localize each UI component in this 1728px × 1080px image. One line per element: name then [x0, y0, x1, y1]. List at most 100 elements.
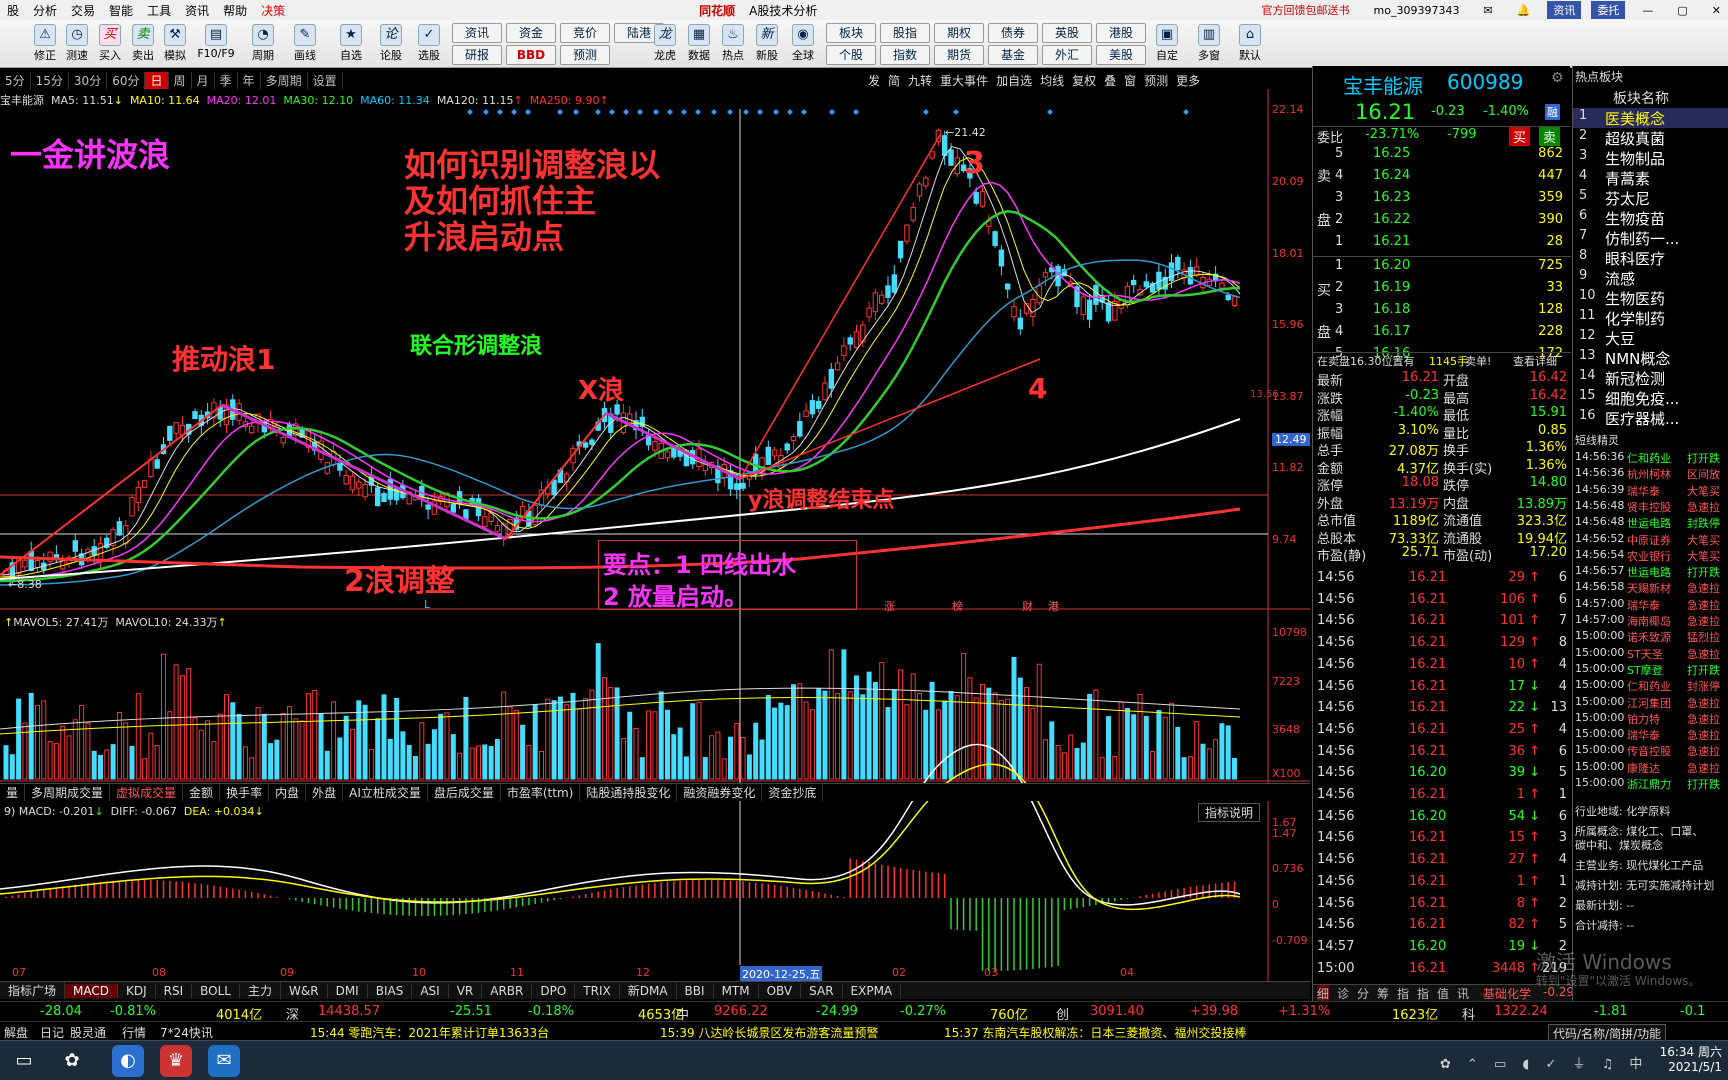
chart-tool-button[interactable]: 九转	[904, 72, 936, 89]
bottom-indicator-tab[interactable]: KDJ	[118, 983, 156, 998]
tick-row[interactable]: 14:56 16.21 15 ↑ 3	[1313, 830, 1571, 852]
sector-button[interactable]: 板块	[826, 23, 876, 43]
bottom-indicator-tab[interactable]: ARBR	[482, 983, 533, 998]
weituo-button[interactable]: 委托	[1591, 1, 1626, 19]
tick-row[interactable]: 14:56 16.20 54 ↓ 6	[1313, 809, 1571, 831]
indicator-tab[interactable]: 外盘	[306, 784, 344, 801]
chart-tool-button[interactable]: 预测	[1140, 72, 1172, 89]
tick-footer-tab[interactable]: 指	[1417, 985, 1429, 1002]
chart-tool-button[interactable]: 窗	[1120, 72, 1140, 89]
menu-analysis[interactable]: 分析	[26, 2, 64, 19]
indicator-tab[interactable]: 资金抄底	[762, 784, 824, 801]
sprite-row[interactable]: 15:00:00 浙江鼎力 打开跌	[1573, 776, 1728, 792]
hk-stocks-button[interactable]: 港股	[1096, 23, 1146, 43]
period-tab[interactable]: 30分	[69, 71, 108, 89]
sector-header[interactable]: 热点板块	[1575, 68, 1623, 85]
bid-row[interactable]: 1 16.20 725	[1313, 258, 1571, 278]
sprite-row[interactable]: 15:00:00 江河集团 急速拉	[1573, 695, 1728, 711]
mail-icon[interactable]: ✉	[1476, 4, 1499, 17]
bbd-button[interactable]: BBD	[506, 45, 556, 65]
sprite-row[interactable]: 14:56:36 仁和药业 打开跌	[1573, 450, 1728, 466]
tick-footer-tab[interactable]: 细	[1317, 985, 1330, 1002]
bottom-indicator-tab[interactable]: TRIX	[575, 983, 620, 998]
news-item[interactable]: 15:44 零跑汽车：2021年累计订单13633台	[310, 1024, 549, 1041]
period-tab[interactable]: 季	[215, 71, 238, 89]
tick-row[interactable]: 14:56 16.21 17 ↓ 4	[1313, 679, 1571, 701]
menu-help[interactable]: 帮助	[216, 2, 254, 19]
sprite-row[interactable]: 14:56:54 农业银行 大笔买	[1573, 548, 1728, 564]
chart-tool-button[interactable]: 复权	[1068, 72, 1100, 89]
tick-footer-tab[interactable]: 指	[1397, 985, 1409, 1002]
bottom-indicator-tab[interactable]: MACD	[65, 983, 118, 998]
sector-row[interactable]: 2 超级真菌	[1573, 128, 1728, 148]
multiwindow-button[interactable]: ▥ 多窗	[1192, 22, 1226, 66]
sprite-row[interactable]: 15:00:00 仁和药业 封涨停	[1573, 678, 1728, 694]
tick-footer-tab[interactable]: 讯	[1457, 985, 1469, 1002]
buy-tag[interactable]: 买	[1509, 127, 1531, 146]
index-value[interactable]: -0.18%	[528, 1004, 574, 1019]
sector-row[interactable]: 8 眼科医疗	[1573, 248, 1728, 268]
bottom-indicator-tab[interactable]: 指标广场	[0, 982, 66, 999]
tick-row[interactable]: 14:56 16.21 22 ↓ 13	[1313, 700, 1571, 722]
tick-footer-tab[interactable]: 诊	[1337, 985, 1349, 1002]
tick-row[interactable]: 15:00 16.21 3448 ↑ 219	[1313, 961, 1571, 983]
menu-smart[interactable]: 智能	[102, 2, 140, 19]
view-detail-link[interactable]: 查看详细	[1513, 353, 1557, 369]
tick-row[interactable]: 14:56 16.21 29 ↑ 6	[1313, 570, 1571, 592]
index-value[interactable]: +39.98	[1190, 1004, 1238, 1019]
tick-footer-tab[interactable]: 筹	[1377, 985, 1389, 1002]
stocks-button[interactable]: 个股	[826, 45, 876, 65]
bottom-indicator-tab[interactable]: ASI	[412, 983, 449, 998]
sprite-row[interactable]: 14:57:00 瑞华泰 急速拉	[1573, 597, 1728, 613]
forum-button[interactable]: 论论股	[374, 22, 408, 66]
sector-row[interactable]: 11 化学制药	[1573, 308, 1728, 328]
speedtest-button[interactable]: ◷ 测速	[60, 22, 94, 66]
screener-button[interactable]: ✓ 选股	[412, 22, 446, 66]
global-button[interactable]: ◉ 全球	[786, 22, 820, 66]
index-futures-button[interactable]: 股指	[880, 23, 930, 43]
sprite-row[interactable]: 14:56:48 世运电路 封跌停	[1573, 515, 1728, 531]
indicator-tab[interactable]: 金额	[183, 784, 221, 801]
news-tab[interactable]: 股灵通	[70, 1024, 106, 1041]
event-marker[interactable]: 榜	[952, 598, 963, 614]
tick-row[interactable]: 14:56 16.21 25 ↑ 4	[1313, 722, 1571, 744]
tick-footer-tab[interactable]: 值	[1437, 985, 1449, 1002]
bottom-indicator-tab[interactable]: 主力	[240, 982, 282, 999]
bottom-indicator-tab[interactable]: BOLL	[192, 983, 240, 998]
period-tab[interactable]: 月	[192, 71, 215, 89]
custom-button[interactable]: ▣ 自定	[1150, 22, 1184, 66]
menu-stock[interactable]: 股	[0, 2, 26, 19]
sprite-row[interactable]: 14:56:52 中原证券 大笔买	[1573, 532, 1728, 548]
sector-row[interactable]: 6 生物疫苗	[1573, 208, 1728, 228]
bottom-indicator-tab[interactable]: RSI	[156, 983, 193, 998]
minimize-icon[interactable]: —	[1635, 4, 1660, 17]
event-marker[interactable]: 港	[1048, 598, 1059, 614]
forex-button[interactable]: 外汇	[1042, 45, 1092, 65]
tick-row[interactable]: 14:56 16.21 101 ↑ 7	[1313, 613, 1571, 635]
indicator-tab[interactable]: 内盘	[269, 784, 307, 801]
chart-tool-button[interactable]: 重大事件	[936, 72, 992, 89]
bottom-indicator-tab[interactable]: DMI	[328, 983, 368, 998]
auction-button[interactable]: 竞价	[560, 23, 610, 43]
us-stocks-button[interactable]: 美股	[1096, 45, 1146, 65]
clock[interactable]: 16:34 周六 2021/5/1	[1640, 1043, 1722, 1074]
tonghuashun-icon[interactable]: ♛	[160, 1045, 192, 1077]
bonds-button[interactable]: 债券	[988, 23, 1038, 43]
chart-tool-button[interactable]: 叠	[1100, 72, 1120, 89]
chart-tool-button[interactable]: 发	[864, 72, 884, 89]
sprite-row[interactable]: 14:56:39 瑞华泰 大笔买	[1573, 483, 1728, 499]
tick-row[interactable]: 14:57 16.20 19 ↓ 2	[1313, 939, 1571, 961]
news-tab[interactable]: 日记	[40, 1024, 64, 1041]
chart-tool-button[interactable]: 更多	[1172, 72, 1204, 89]
zixun-button[interactable]: 资讯	[1547, 1, 1582, 19]
ask-row[interactable]: 1 16.21 28	[1313, 234, 1571, 254]
bottom-indicator-tab[interactable]: EXPMA	[843, 983, 902, 998]
sell-tag[interactable]: 卖	[1539, 127, 1561, 146]
event-marker[interactable]: 涨	[884, 598, 895, 614]
tick-row[interactable]: 14:56 16.21 1 ↑ 1	[1313, 874, 1571, 896]
promo-link[interactable]: 官方回馈包邮送书	[1255, 2, 1357, 18]
sector-row[interactable]: 10 生物医药	[1573, 288, 1728, 308]
menu-tools[interactable]: 工具	[140, 2, 178, 19]
bid-row[interactable]: 2 16.19 33	[1313, 280, 1571, 300]
sprite-row[interactable]: 15:00:00 诺禾致源 猛烈拉	[1573, 629, 1728, 645]
